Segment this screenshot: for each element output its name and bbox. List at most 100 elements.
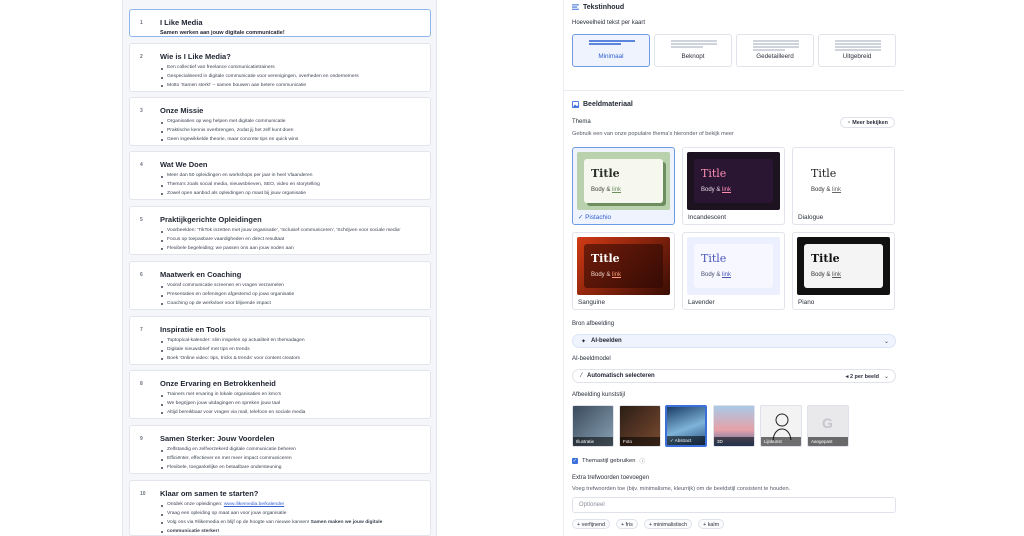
divider [564,90,904,91]
preview-body-text: Body & [811,272,833,278]
theme-preview: Title Body & link [687,237,780,295]
preview-body: Body & link [591,187,621,193]
bullet-item: Vraag een opleiding op maat aan voor jou… [160,510,422,519]
keywords-input[interactable]: Optioneel [572,497,896,513]
checkbox-label: Themastijl gebruiken [582,458,636,464]
theme-card-dialogue[interactable]: Title Body & link Dialogue [792,147,895,225]
slide-number: 7 [140,327,143,333]
bullet-item: Ontdek onze opleidingen: www.ilikemedia.… [160,501,422,510]
slide-number: 5 [140,217,143,223]
slide-card-4[interactable]: 4 Wat We Doen Meer dan 50 opleidingen en… [129,151,431,200]
theme-preview: Title Body & link [577,237,670,295]
slide-title: Klaar om samen te starten? [160,489,259,498]
slide-number: 6 [140,272,143,278]
select-value: AI-beelden [591,338,622,344]
chevron-down-icon: ⌄ [883,374,889,380]
slide-card-10[interactable]: 10 Klaar om samen te starten? Ontdek onz… [129,480,431,536]
amount-option-extensive[interactable]: Uitgebreid [818,34,896,67]
bullet-bold: Samen maken we jouw digitale [310,519,383,525]
image-model-select[interactable]: ⁄ Automatisch selecteren ◂ 2 per beeld ⌄ [572,369,896,383]
theme-preview: Title Body & link [577,152,670,210]
outline-panel: 1 I Like Media Samen werken aan jouw dig… [122,0,437,536]
style-caption: Aangepast [808,437,848,446]
slide-card-7[interactable]: 7 Inspiratie en Tools Toptopical-kalende… [129,316,431,365]
preview-link: link [722,187,732,193]
slide-card-2[interactable]: 2 Wie is I Like Media? Een collectief va… [129,43,431,92]
theme-name: Lavender [688,299,715,306]
slide-card-8[interactable]: 8 Onze Ervaring en Betrokkenheid Trainer… [129,370,431,419]
slide-subtitle: Samen werken aan jouw digitale communica… [160,30,285,36]
theme-preview: Title Body & link [797,237,890,295]
preview-title: Title [811,252,840,265]
keyword-chip[interactable]: + minimalistisch [643,519,693,529]
image-source-select[interactable]: ✦ AI-beelden ⌄ [572,334,896,348]
bullet-item: Presentaties en oefeningen afgestemd op … [160,291,422,300]
slide-card-5[interactable]: 5 Praktijkgerichte Opleidingen Voorbeeld… [129,206,431,255]
style-caption: ✓ Abstract [667,436,705,445]
style-caption: Lijnkunst [761,437,801,446]
text-lines-icon [753,40,799,52]
theme-name: ✓ Pistachio [578,214,612,221]
slide-number: 10 [140,491,146,497]
amount-option-detailed[interactable]: Gedetailleerd [736,34,814,67]
theme-card-piano[interactable]: Title Body & link Piano [792,232,895,310]
slide-title: Onze Missie [160,106,204,115]
slide-card-9[interactable]: 9 Samen Sterker: Jouw Voordelen Zelfstan… [129,425,431,474]
slide-number: 2 [140,54,143,60]
amount-option-minimal[interactable]: Minimaal [572,34,650,67]
bullet-item: Flexibele begeleiding: we passen ons aan… [160,245,422,254]
theme-name: Incandescent [688,214,727,221]
style-option-line-art[interactable]: Lijnkunst [760,405,802,447]
image-section-header: Beeldmateriaal [572,101,633,108]
theme-card-pistachio[interactable]: Title Body & link ✓ Pistachio [572,147,675,225]
style-option-3d[interactable]: 3D [713,405,755,447]
theme-preview: Title Body & link [687,152,780,210]
calendar-link[interactable]: www.ilikemedia.be/kalender [224,502,284,507]
preview-title: Title [701,252,727,265]
bullet-item: Zowel open aanbod als opleidingen op maa… [160,190,422,199]
palette-icon: ◔ [847,119,851,126]
theme-card-lavender[interactable]: Title Body & link Lavender [682,232,785,310]
preview-title: Title [811,167,837,180]
slide-title: Wie is I Like Media? [160,52,231,61]
theme-label: Thema [572,119,591,125]
theme-card-sanguine[interactable]: Title Body & link Sanguine [572,232,675,310]
bullet-item: Motto 'Samen sterk!' – samen bouwen aan … [160,82,422,91]
preview-body: Body & link [701,272,731,278]
info-icon[interactable]: ⓘ [640,457,646,465]
text-lines-icon [572,4,579,10]
style-option-abstract[interactable]: ✓ Abstract [665,405,707,447]
keywords-label: Extra trefwoorden toevoegen [572,475,650,481]
style-caption: Foto [620,437,660,446]
keyword-chip[interactable]: + verfijnend [572,519,611,529]
keyword-chip[interactable]: + fris [616,519,638,529]
slide-number: 8 [140,381,143,387]
checkbox-checked-icon[interactable]: ✓ [572,458,578,464]
style-option-photo[interactable]: Foto [619,405,661,447]
style-option-illustration[interactable]: Illustratie [572,405,614,447]
more-themes-button[interactable]: ◔ Meer bekijken [840,117,895,128]
bullet-item: Coaching op de werkvloer voor blijvende … [160,300,422,309]
amount-option-concise[interactable]: Beknopt [654,34,732,67]
theme-card-incandescent[interactable]: Title Body & link Incandescent [682,147,785,225]
bullet-item: Organisaties op weg helpen met digitale … [160,118,422,127]
slide-card-1[interactable]: 1 I Like Media Samen werken aan jouw dig… [129,9,431,37]
preview-link: link [612,187,622,193]
slide-card-3[interactable]: 3 Onze Missie Organisaties op weg helpen… [129,97,431,146]
bullet-item: Trainers met ervaring in lokale organisa… [160,391,422,400]
select-value: Automatisch selecteren [587,373,655,379]
slide-card-6[interactable]: 6 Maatwerk en Coaching Vooraf communicat… [129,261,431,310]
text-lines-icon [671,40,717,49]
theme-preview-card: Title Body & link [584,244,663,288]
preview-body-text: Body & [701,272,723,278]
bullet-item: Voorbeelden: 'TikTok inzetten met jouw o… [160,227,422,236]
preview-title: Title [701,167,727,180]
theme-style-checkbox-row[interactable]: ✓ Themastijl gebruiken ⓘ [572,457,645,465]
text-lines-icon [589,40,635,46]
preview-body-text: Body & [591,187,613,193]
keyword-chip[interactable]: + kalm [698,519,725,529]
style-option-custom[interactable]: G Aangepast [807,405,849,447]
slide-title: Samen Sterker: Jouw Voordelen [160,434,275,443]
bullet-item: Zelfstandig en zelfverzekerd digitale co… [160,446,422,455]
style-caption: 3D [714,437,754,446]
